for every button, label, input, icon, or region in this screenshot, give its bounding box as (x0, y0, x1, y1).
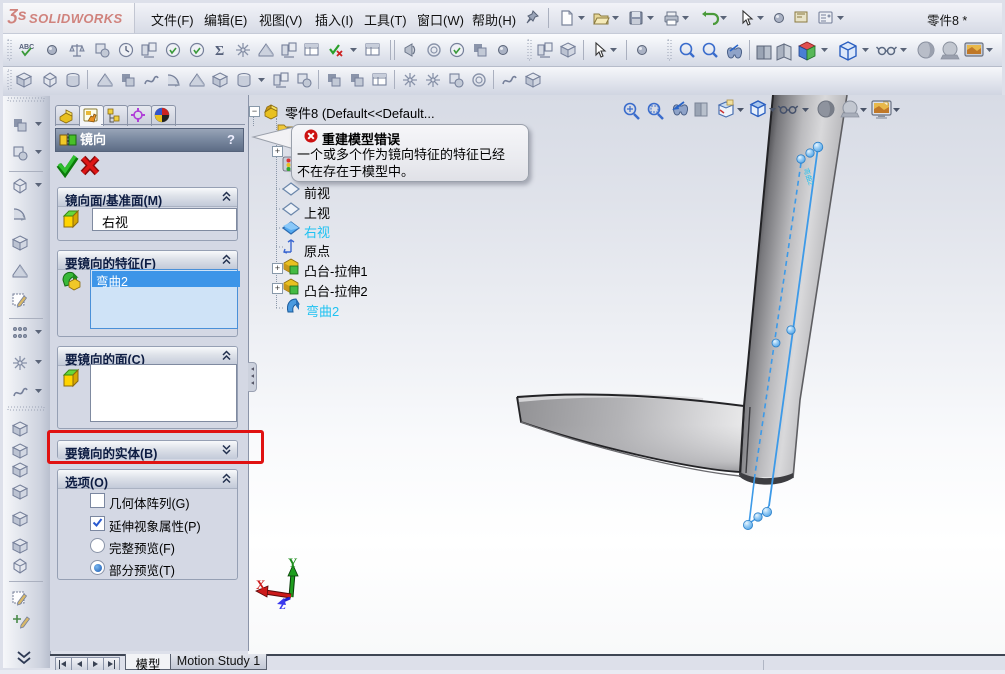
svg-text:Z: Z (279, 601, 286, 612)
svg-text:X: X (256, 577, 266, 592)
svg-text:Y: Y (288, 555, 298, 570)
